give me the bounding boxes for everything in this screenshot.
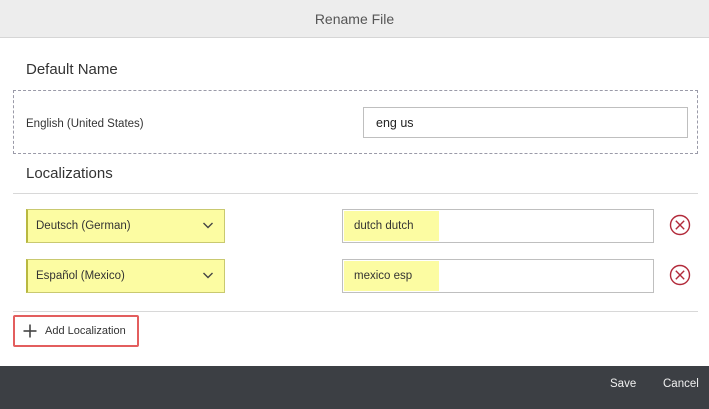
localization-row: Español (Mexico) mexico esp [0,259,709,293]
section-divider [13,193,698,194]
language-select[interactable]: Deutsch (German) [26,209,225,243]
chevron-down-icon [203,272,213,279]
cancel-button[interactable]: Cancel [663,378,699,390]
default-language-label: English (United States) [26,118,144,130]
default-name-input[interactable]: eng us [363,107,688,138]
language-select-value: Español (Mexico) [36,270,125,282]
dialog-footer: Save Cancel [0,366,709,409]
localized-name-value: mexico esp [354,270,413,282]
add-localization-label: Add Localization [45,325,126,337]
language-select[interactable]: Español (Mexico) [26,259,225,293]
remove-circle-icon[interactable] [669,214,691,236]
add-localization-button[interactable]: Add Localization [13,315,139,347]
plus-icon [23,324,37,338]
localized-name-input[interactable]: mexico esp [342,259,654,293]
localizations-heading: Localizations [26,165,113,182]
save-button[interactable]: Save [610,378,636,390]
remove-circle-icon[interactable] [669,264,691,286]
localized-name-value: dutch dutch [354,220,414,232]
dialog-title-bar: Rename File [0,0,709,38]
chevron-down-icon [203,222,213,229]
default-name-panel: English (United States) eng us [13,90,698,154]
language-select-value: Deutsch (German) [36,220,131,232]
localized-name-input[interactable]: dutch dutch [342,209,654,243]
default-name-heading: Default Name [26,61,118,78]
dialog-title: Rename File [314,10,395,27]
localization-row: Deutsch (German) dutch dutch [0,209,709,243]
section-divider [13,311,698,312]
